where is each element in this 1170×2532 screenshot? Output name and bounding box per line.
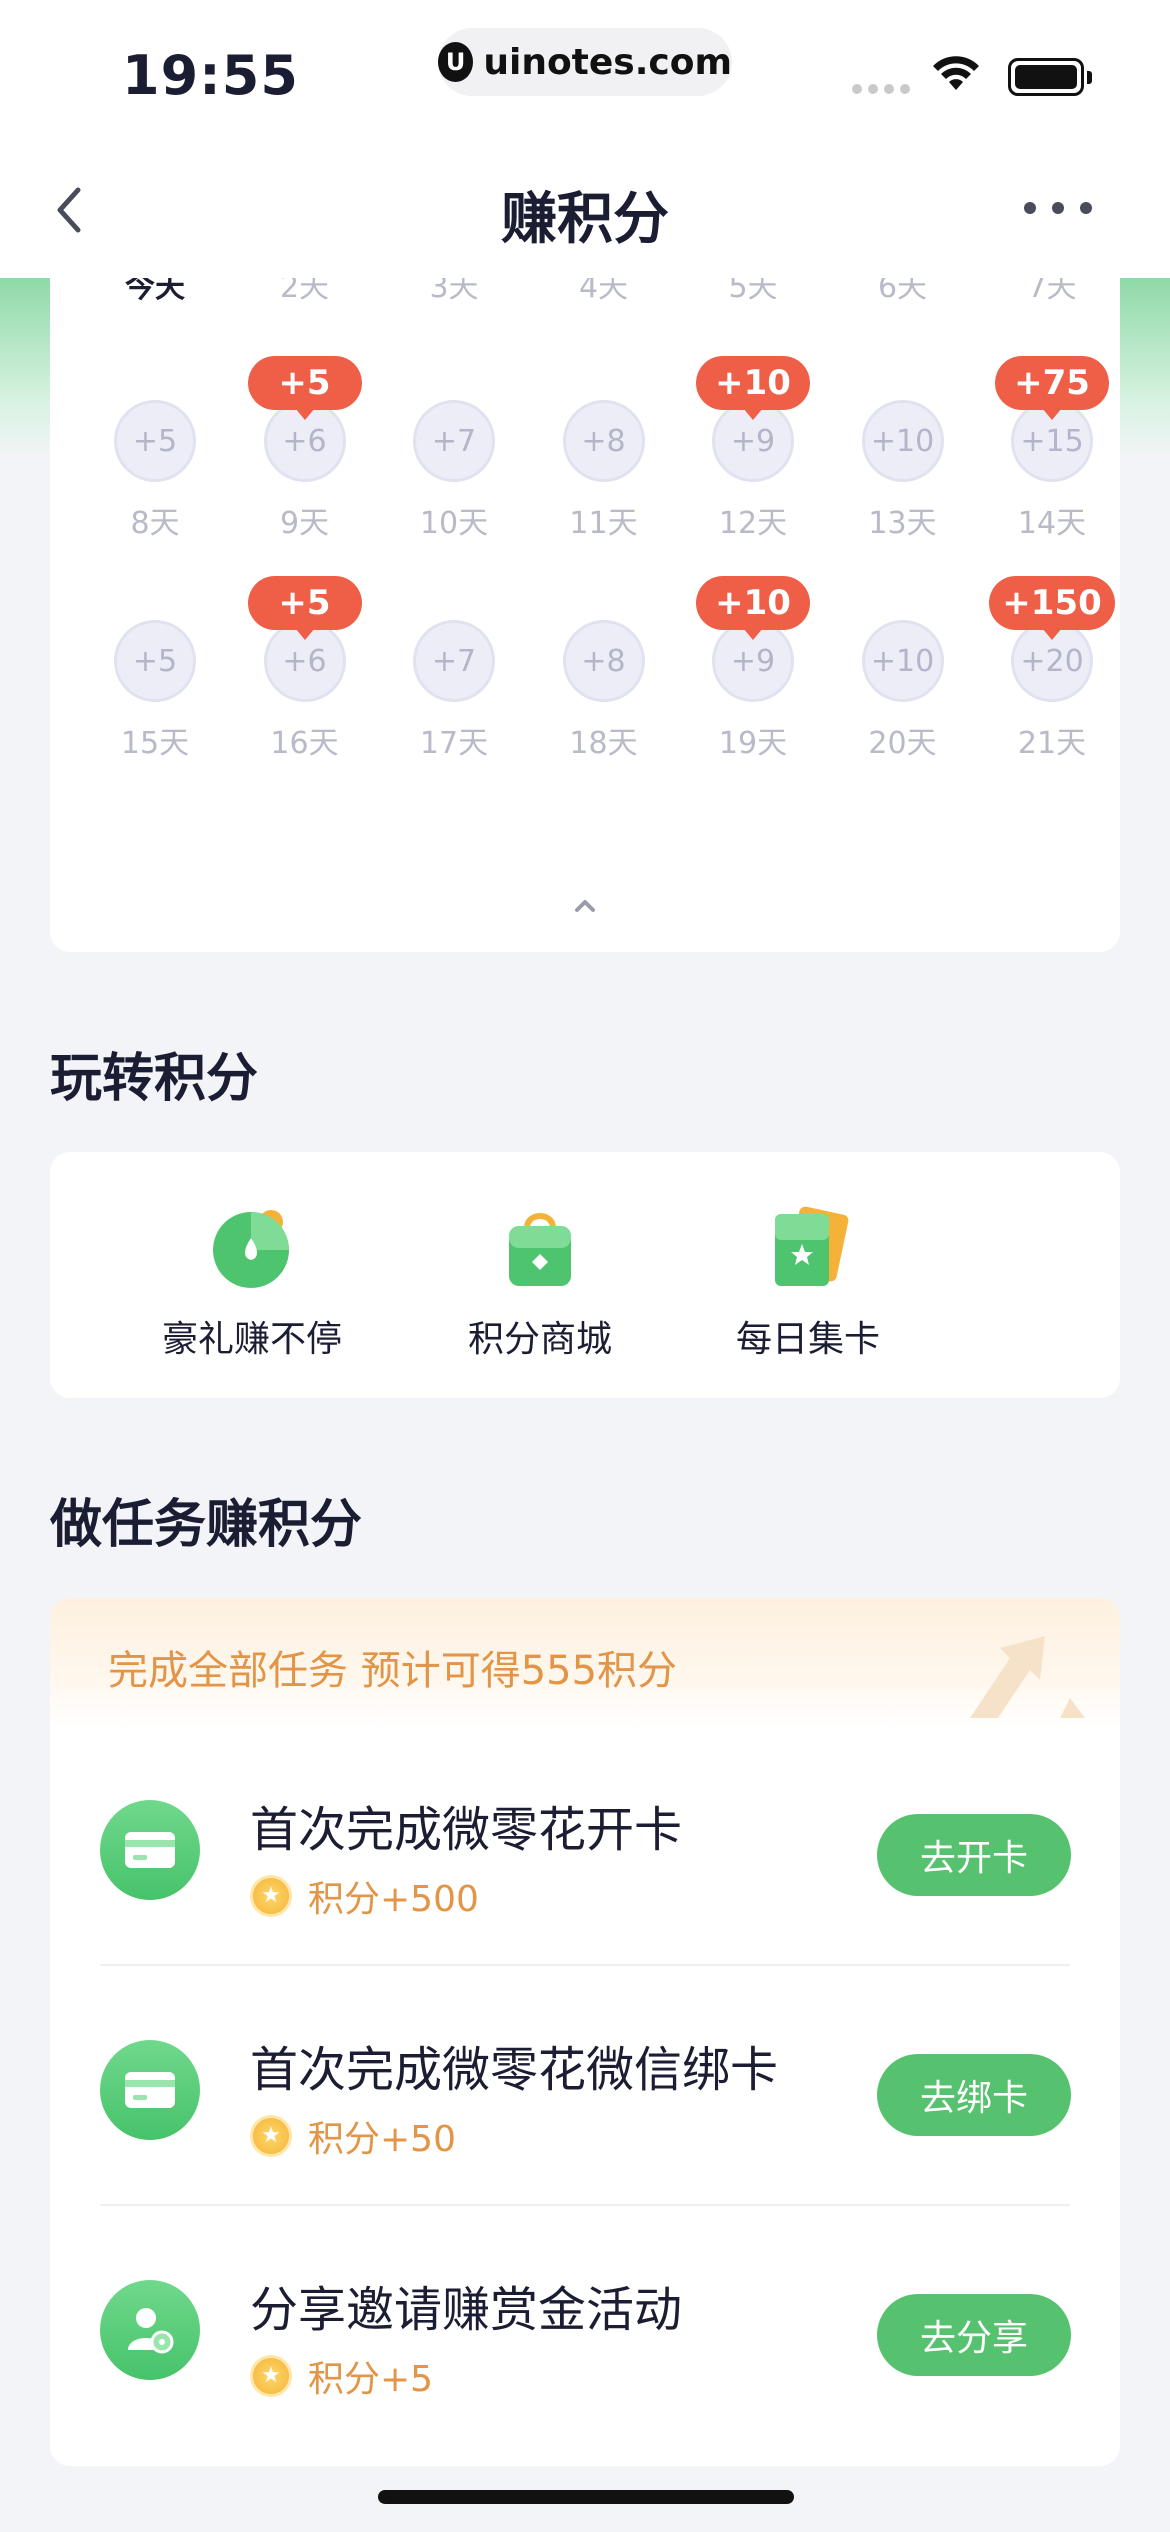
divider [100,2204,1070,2206]
play-item-label: 每日集卡 [735,1319,880,1360]
checkin-day-value: +8 [562,400,645,482]
checkin-day: +5 15天 [80,620,230,761]
checkin-day: +8 18天 [529,620,679,761]
bonus-badge: +150 [989,576,1115,640]
checkin-day: +9 19天 +10 [678,576,828,761]
open-card-button[interactable]: 去开卡 [877,1814,1071,1896]
checkin-day: +5 8天 [80,400,230,541]
checkin-day-label: 10天 [419,506,489,541]
page-title: 赚积分 [501,187,669,252]
task-points-text: 积分+5 [308,2359,434,2400]
task-title: 首次完成微零花开卡 [250,1802,683,1858]
checkin-day-label: 18天 [569,726,638,761]
bind-card-button[interactable]: 去绑卡 [877,2054,1071,2136]
checkin-day: +9 12天 +10 [678,356,828,541]
task-section-title: 做任务赚积分 [50,1495,363,1555]
checkin-day-label: 15天 [120,726,190,761]
battery-tip [1087,71,1092,84]
status-bar: 19:55 U uinotes.com [0,0,1170,140]
task-banner: 完成全部任务 预计可得555积分 [50,1598,1120,1728]
bonus-badge: +10 [696,576,810,640]
checkin-day-label: 14天 [1017,506,1087,541]
checkin-day-label: 16天 [270,726,339,761]
url-pill[interactable]: U uinotes.com [438,28,732,96]
checkin-day: +7 10天 [379,400,529,541]
coin-icon [250,1875,292,1917]
cards-icon [763,1202,853,1292]
bonus-badge: +75 [995,356,1109,420]
share-button[interactable]: 去分享 [877,2294,1071,2376]
checkin-day: +7 17天 [379,620,529,761]
checkin-day-label: 8天 [130,506,180,541]
checkin-day-label: 12天 [718,506,788,541]
checkin-day-value: +7 [413,620,495,702]
site-logo-icon: U [438,42,474,82]
checkin-day-label: 19天 [718,726,788,761]
task-points: 积分+5 [250,2350,433,2402]
status-time: 19:55 [122,44,299,107]
chevron-up-icon[interactable] [565,890,605,920]
task-points: 积分+500 [250,1870,479,1922]
checkin-day-value: +10 [861,400,944,482]
task-points-text: 积分+500 [308,1879,479,1920]
checkin-card: 今天+62天+73天+84天+95天+106天+107天+58天+69天+5+7… [50,230,1120,952]
wifi-icon [933,56,979,90]
play-item-cards[interactable]: 每日集卡 [688,1202,928,1362]
task-row: 首次完成微零花开卡 积分+500 去开卡 [50,1750,1120,1990]
checkin-day-value: +7 [413,400,495,482]
checkin-day: +6 16天 +5 [230,576,380,761]
task-title: 首次完成微零花微信绑卡 [250,2042,779,2098]
checkin-day-value: +10 [861,620,944,702]
checkin-day: +6 9天 +5 [230,356,380,541]
shopping-bag-icon [495,1202,585,1292]
task-title: 分享邀请赚赏金活动 [250,2282,683,2338]
checkin-day-label: 9天 [279,506,330,541]
checkin-day-label: 13天 [868,506,937,541]
play-item-label: 积分商城 [467,1319,612,1360]
checkin-day: +8 11天 [529,400,679,541]
checkin-day: +20 21天 +150 [977,576,1120,761]
checkin-day: +10 13天 [828,400,978,541]
radar-gift-icon [207,1202,297,1292]
more-dots-icon[interactable] [1024,202,1092,214]
coin-icon [250,2115,292,2157]
url-text: uinotes.com [483,41,732,83]
play-card: 豪礼赚不停 积分商城 每日集卡 [50,1152,1120,1398]
play-section-title: 玩转积分 [50,1049,259,1109]
arrow-decor-icon [970,1636,1085,1718]
card-icon [100,1800,200,1900]
play-item-label: 豪礼赚不停 [161,1319,342,1360]
user-share-icon [100,2280,200,2380]
bonus-badge: +10 [696,356,810,420]
task-row: 首次完成微零花微信绑卡 积分+50 去绑卡 [50,1990,1120,2230]
checkin-day-value: +5 [114,620,196,702]
checkin-day: +15 14天 +75 [977,356,1120,541]
battery-icon [1008,58,1084,96]
task-points: 积分+50 [250,2110,456,2162]
checkin-day: +10 20天 [828,620,978,761]
play-item-mall[interactable]: 积分商城 [420,1202,660,1362]
task-row: 分享邀请赚赏金活动 积分+5 去分享 [50,2230,1120,2466]
home-indicator [378,2490,794,2504]
cellular-signal-icon [852,84,910,94]
checkin-day-label: 17天 [419,726,489,761]
divider [100,1964,1070,1966]
checkin-day-value: +5 [114,400,196,482]
nav-bar: 赚积分 [0,140,1170,278]
task-card: 完成全部任务 预计可得555积分 首次完成微零花开卡 积分+500 去开卡 首次… [50,1598,1120,2466]
card-icon [100,2040,200,2140]
bonus-badge: +5 [247,576,362,640]
checkin-day-value: +8 [562,620,645,702]
checkin-day-label: 20天 [868,726,937,761]
coin-icon [250,2355,292,2397]
play-item-gifts[interactable]: 豪礼赚不停 [132,1202,372,1362]
task-points-text: 积分+50 [308,2119,456,2160]
bonus-badge: +5 [247,356,362,420]
task-banner-text: 完成全部任务 预计可得555积分 [108,1648,678,1694]
checkin-day-label: 11天 [569,506,638,541]
checkin-day-label: 21天 [1017,726,1087,761]
